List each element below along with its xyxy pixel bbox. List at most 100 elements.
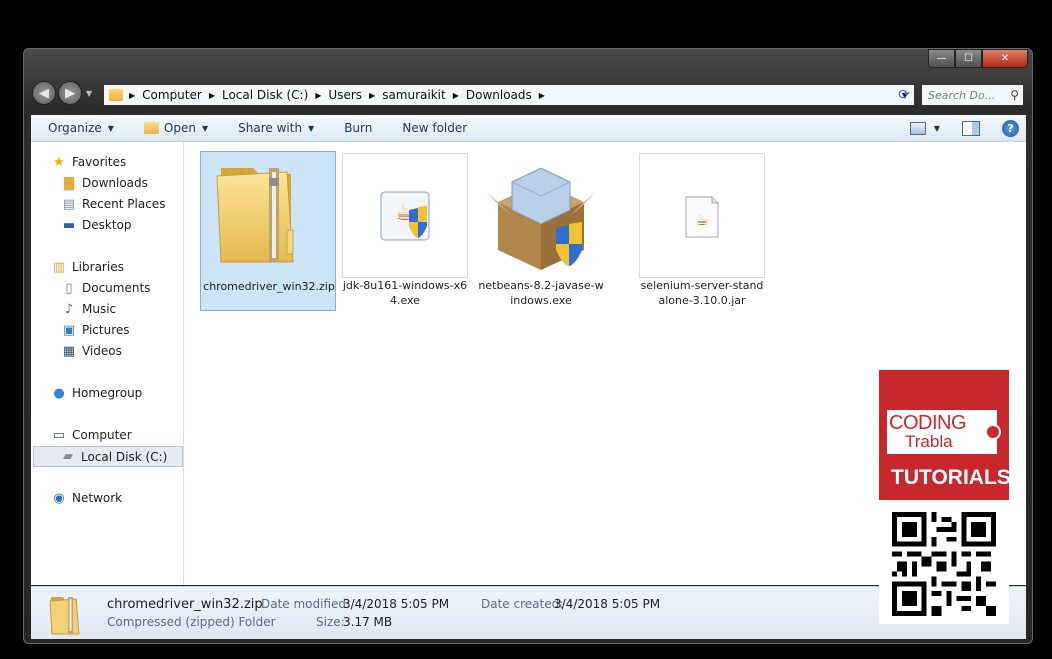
music-icon: ♪ [64,301,74,317]
preview-pane-icon[interactable] [962,120,980,136]
watermark-logo: CODING Trabla TUTORIALS [879,370,1011,500]
file-item-jdk[interactable]: ☕ jdk-8u161-windows-x64.exe [342,152,468,310]
sidebar-item-music[interactable]: ♪ Music [61,301,116,317]
refresh-icon[interactable]: ⟳ [895,86,913,104]
forward-button[interactable]: ▶ [58,81,82,105]
sidebar-label: Local Disk (C:) [81,449,168,464]
chevron-right-icon[interactable]: ▶ [451,91,461,100]
breadcrumb-samuraikit[interactable]: samuraikit [377,88,451,102]
jar-file-icon: ☕ [685,196,719,238]
sidebar-label: Computer [72,428,132,442]
chevron-down-icon: ▼ [308,123,315,133]
size-label: Size: [316,615,345,629]
chevron-right-icon[interactable]: ▶ [367,91,377,100]
chevron-right-icon[interactable]: ▶ [313,91,323,100]
close-button[interactable]: ✕ [982,49,1028,68]
libraries-icon: ▥ [52,259,66,275]
search-placeholder: Search Do... [928,88,996,102]
details-file-name: chromedriver_win32.zip [107,597,263,612]
sidebar-label: Favorites [72,155,127,169]
organize-label: Organize [48,121,102,135]
file-name: jdk-8u161-windows-x64.exe [342,279,468,307]
maximize-button[interactable]: ☐ [955,49,982,68]
recent-places-icon: ▤ [62,196,76,212]
breadcrumb-local-disk[interactable]: Local Disk (C:) [217,88,313,102]
search-icon[interactable]: ⚲ [1010,88,1019,102]
date-modified-label: Date modified: [261,597,351,611]
sidebar-item-libraries[interactable]: ▥ Libraries [51,259,124,275]
java-installer-icon: ☕ [380,191,430,241]
sidebar-item-network[interactable]: ◉ Network [51,490,122,506]
new-folder-label: New folder [402,121,468,135]
chevron-right-icon[interactable]: ▶ [537,91,547,100]
file-item-netbeans[interactable]: netbeans-8.2-javase-windows.exe [478,152,604,310]
svg-text:☕: ☕ [695,211,708,229]
file-name: chromedriver_win32.zip [203,280,335,293]
recent-pages-dropdown-icon[interactable]: ▼ [86,89,92,98]
logo-tutorials-text: TUTORIALS [891,466,1011,489]
sidebar-item-homegroup[interactable]: ● Homegroup [51,385,143,401]
downloads-folder-icon: ▇ [64,175,74,191]
coding-trabla-logo: CODING Trabla [887,410,1001,454]
change-view-icon[interactable] [909,121,926,135]
breadcrumb-downloads[interactable]: Downloads [461,88,537,102]
chevron-down-icon: ▼ [201,123,209,133]
file-item-selenium[interactable]: ☕ selenium-server-standalone-3.10.0.jar [639,152,765,310]
network-icon: ◉ [53,490,65,506]
sidebar-label: Pictures [82,323,130,337]
breadcrumb-computer[interactable]: Computer [137,88,207,102]
organize-button[interactable]: Organize ▼ [48,121,114,135]
computer-icon: ▭ [52,427,66,443]
chevron-right-icon[interactable]: ▶ [207,91,217,100]
file-thumbnail: ☕ [639,153,765,278]
homegroup-icon: ● [53,385,65,401]
sidebar-item-computer[interactable]: ▭ Computer [51,427,132,443]
sidebar-label: Videos [82,344,122,358]
sidebar-item-documents[interactable]: ▯ Documents [61,281,150,296]
open-label: Open [163,121,196,135]
file-thumbnail: ☕ [342,153,468,278]
logo-dot [985,424,1001,440]
minimize-button[interactable]: — [928,49,955,68]
details-pane: chromedriver_win32.zip Compressed (zippe… [31,586,1026,639]
address-bar[interactable]: ▶ Computer ▶ Local Disk (C:) ▶ Users ▶ s… [103,84,915,106]
qr-code-icon [892,512,996,616]
sidebar-label: Homegroup [72,386,143,400]
navigation-pane: ★ Favorites ▇ Downloads ▤ Recent Places … [31,142,184,585]
star-icon: ★ [53,154,65,170]
hard-disk-icon: ▰ [63,449,73,464]
view-options-dropdown-icon[interactable]: ▼ [934,124,940,133]
sidebar-item-local-disk[interactable]: ▰ Local Disk (C:) [33,446,183,467]
sidebar-item-desktop[interactable]: ▬ Desktop [61,218,132,233]
sidebar-label: Libraries [72,260,124,274]
installer-box-icon [486,167,596,270]
file-item-chromedriver[interactable]: chromedriver_win32.zip [200,151,336,311]
sidebar-item-videos[interactable]: ▦ Videos [61,343,122,359]
watermark-badge: CODING Trabla TUTORIALS [879,370,1011,624]
sidebar-label: Downloads [82,176,148,190]
chevron-right-icon[interactable]: ▶ [127,91,137,100]
sidebar-item-recent-places[interactable]: ▤ Recent Places [61,196,166,212]
caption-buttons: — ☐ ✕ [928,49,1028,69]
search-input[interactable]: Search Do... ⚲ [921,84,1024,106]
navigation-buttons: ◀ ▶ ▼ [32,81,92,105]
open-folder-icon [143,122,159,134]
new-folder-button[interactable]: New folder [402,121,467,135]
details-file-type: Compressed (zipped) Folder [107,615,276,629]
toolbar-right: ▼ ? [909,115,1026,141]
share-with-label: Share with [238,121,303,135]
open-button[interactable]: Open ▼ [143,121,209,135]
burn-button[interactable]: Burn [344,121,372,135]
chevron-down-icon: ▼ [107,123,114,133]
sidebar-item-pictures[interactable]: ▣ Pictures [61,323,130,338]
sidebar-item-downloads[interactable]: ▇ Downloads [61,175,148,191]
share-with-button[interactable]: Share with ▼ [238,121,314,135]
folder-icon [109,89,123,101]
file-name: selenium-server-standalone-3.10.0.jar [640,279,764,307]
breadcrumb-users[interactable]: Users [323,88,367,102]
help-icon[interactable]: ? [1002,119,1019,137]
back-button[interactable]: ◀ [32,81,56,105]
videos-icon: ▦ [62,343,76,359]
sidebar-item-favorites[interactable]: ★ Favorites [51,154,127,170]
sidebar-label: Desktop [82,218,132,232]
